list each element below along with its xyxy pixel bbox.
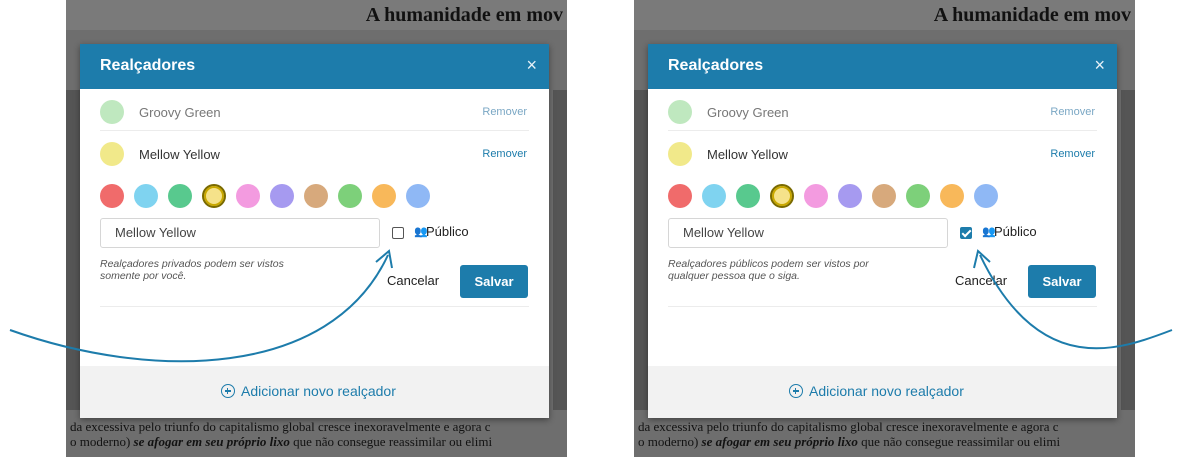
remove-link[interactable]: Remover — [1050, 148, 1095, 160]
highlighter-color-dot — [100, 100, 124, 124]
save-button[interactable]: Salvar — [460, 265, 528, 298]
panel-after: A humanidade em mov da excessiva pelo tr… — [634, 0, 1135, 457]
document-text-right — [1121, 90, 1135, 410]
modal-header: Realçadores × — [648, 44, 1117, 89]
remove-link[interactable]: Remover — [1050, 106, 1095, 118]
public-checkbox[interactable] — [960, 227, 972, 239]
color-swatch-red[interactable] — [100, 184, 124, 208]
divider — [668, 306, 1097, 307]
public-checkbox[interactable] — [392, 227, 404, 239]
document-text-right — [553, 90, 567, 410]
divider — [100, 306, 529, 307]
close-icon[interactable]: × — [1094, 55, 1105, 76]
document-text-left — [66, 90, 80, 410]
modal-footer: Adicionar novo realçador — [80, 366, 549, 418]
color-swatch-green[interactable] — [736, 184, 760, 208]
document-heading: A humanidade em mov — [933, 4, 1131, 26]
color-swatch-purple[interactable] — [270, 184, 294, 208]
highlighter-name: Mellow Yellow — [707, 147, 788, 162]
cancel-button[interactable]: Cancelar — [955, 273, 1007, 288]
divider — [668, 130, 1097, 131]
color-swatch-orange[interactable] — [940, 184, 964, 208]
close-icon[interactable]: × — [526, 55, 537, 76]
color-swatch-pink[interactable] — [804, 184, 828, 208]
highlighter-row[interactable]: Mellow Yellow Remover — [668, 140, 1097, 170]
document-text-left — [634, 90, 648, 410]
visibility-help-text: Realçadores públicos podem ser vistos po… — [668, 258, 869, 282]
save-button[interactable]: Salvar — [1028, 265, 1096, 298]
highlighter-color-dot — [668, 142, 692, 166]
highlighter-name: Groovy Green — [707, 105, 789, 120]
modal-footer: Adicionar novo realçador — [648, 366, 1117, 418]
highlighter-row[interactable]: Mellow Yellow Remover — [100, 140, 529, 170]
color-swatch-orange[interactable] — [372, 184, 396, 208]
color-swatch-red[interactable] — [668, 184, 692, 208]
remove-link[interactable]: Remover — [482, 148, 527, 160]
highlighter-row[interactable]: Groovy Green Remover — [100, 98, 529, 128]
highlighter-name-input[interactable]: Mellow Yellow — [100, 218, 380, 248]
modal-title: Realçadores — [668, 57, 764, 74]
plus-circle-icon[interactable] — [789, 384, 803, 398]
add-highlighter-button[interactable]: Adicionar novo realçador — [241, 383, 396, 399]
remove-link[interactable]: Remover — [482, 106, 527, 118]
color-swatch-purple[interactable] — [838, 184, 862, 208]
public-label: Público — [426, 224, 469, 239]
document-text-line: da excessiva pelo triunfo do capitalismo… — [638, 419, 1059, 434]
color-swatch-yellow[interactable] — [202, 184, 226, 208]
color-swatch-tan[interactable] — [872, 184, 896, 208]
color-swatch-blue[interactable] — [974, 184, 998, 208]
panel-before: A humanidade em mov da excessiva pelo tr… — [66, 0, 567, 457]
document-text-line: o moderno) se afogar em seu próprio lixo… — [638, 434, 1061, 449]
highlighter-name: Mellow Yellow — [139, 147, 220, 162]
document-heading: A humanidade em mov — [365, 4, 563, 26]
color-swatch-tan[interactable] — [304, 184, 328, 208]
highlighter-row[interactable]: Groovy Green Remover — [668, 98, 1097, 128]
visibility-help-text: Realçadores privados podem ser vistos so… — [100, 258, 284, 282]
color-swatch-blue[interactable] — [406, 184, 430, 208]
modal-title: Realçadores — [100, 57, 196, 74]
color-swatch-lime[interactable] — [906, 184, 930, 208]
divider — [100, 130, 529, 131]
highlighter-color-dot — [100, 142, 124, 166]
highlighter-name-input[interactable]: Mellow Yellow — [668, 218, 948, 248]
plus-circle-icon[interactable] — [221, 384, 235, 398]
public-label: Público — [994, 224, 1037, 239]
color-swatch-lime[interactable] — [338, 184, 362, 208]
highlighters-modal: Realçadores × Groovy Green Remover Mello… — [80, 44, 549, 418]
document-text-line: o moderno) se afogar em seu próprio lixo… — [70, 434, 493, 449]
highlighter-color-dot — [668, 100, 692, 124]
color-swatch-green[interactable] — [168, 184, 192, 208]
color-swatch-light-blue[interactable] — [702, 184, 726, 208]
document-text-line: da excessiva pelo triunfo do capitalismo… — [70, 419, 491, 434]
highlighters-modal: Realçadores × Groovy Green Remover Mello… — [648, 44, 1117, 418]
add-highlighter-button[interactable]: Adicionar novo realçador — [809, 383, 964, 399]
highlighter-name: Groovy Green — [139, 105, 221, 120]
color-swatch-pink[interactable] — [236, 184, 260, 208]
modal-header: Realçadores × — [80, 44, 549, 89]
cancel-button[interactable]: Cancelar — [387, 273, 439, 288]
color-swatch-yellow[interactable] — [770, 184, 794, 208]
color-swatch-light-blue[interactable] — [134, 184, 158, 208]
